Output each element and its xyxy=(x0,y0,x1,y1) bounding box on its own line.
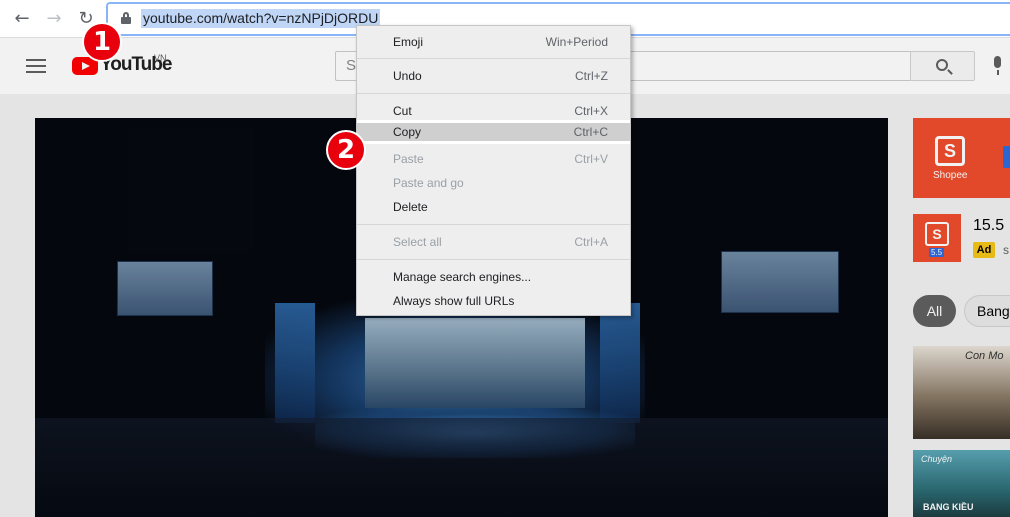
menu-item-manage-search-engines[interactable]: Manage search engines... xyxy=(357,265,630,289)
menu-item-paste[interactable]: Paste Ctrl+V xyxy=(357,147,630,171)
menu-item-select-all[interactable]: Select all Ctrl+A xyxy=(357,230,630,254)
menu-item-emoji[interactable]: Emoji Win+Period xyxy=(357,30,630,54)
menu-item-always-show-full-urls[interactable]: Always show full URLs xyxy=(357,289,630,313)
menu-separator xyxy=(357,93,630,94)
menu-separator xyxy=(357,259,630,260)
lock-icon[interactable] xyxy=(121,12,131,24)
menu-item-label: Manage search engines... xyxy=(393,270,532,284)
menu-item-shortcut: Win+Period xyxy=(545,35,608,49)
menu-item-label: Copy xyxy=(393,125,422,139)
back-arrow-icon[interactable]: ← xyxy=(12,9,32,29)
menu-item-label: Undo xyxy=(393,69,422,83)
menu-item-label: Select all xyxy=(393,235,442,249)
forward-arrow-icon[interactable]: → xyxy=(44,9,64,29)
url-text[interactable]: youtube.com/watch?v=nzNPjDjORDU xyxy=(141,9,381,28)
menu-item-shortcut: Ctrl+C xyxy=(573,125,608,139)
menu-item-shortcut: Ctrl+A xyxy=(574,235,608,249)
context-menu: Emoji Win+Period Undo Ctrl+Z Cut Ctrl+X … xyxy=(356,25,631,316)
menu-item-undo[interactable]: Undo Ctrl+Z xyxy=(357,64,630,88)
menu-item-label: Delete xyxy=(393,200,428,214)
menu-item-label: Always show full URLs xyxy=(393,294,515,308)
menu-item-shortcut: Ctrl+Z xyxy=(575,69,608,83)
menu-item-delete[interactable]: Delete xyxy=(357,195,630,219)
step-1-badge: 1 xyxy=(82,22,122,62)
menu-item-shortcut: Ctrl+V xyxy=(574,152,608,166)
step-2-badge: 2 xyxy=(326,130,366,170)
menu-separator xyxy=(357,224,630,225)
menu-item-label: Paste and go xyxy=(393,176,464,190)
menu-item-copy[interactable]: Copy Ctrl+C xyxy=(357,120,630,144)
menu-separator xyxy=(357,58,630,59)
menu-item-label: Emoji xyxy=(393,35,424,49)
menu-item-label: Paste xyxy=(393,152,424,166)
menu-item-paste-and-go[interactable]: Paste and go xyxy=(357,171,630,195)
